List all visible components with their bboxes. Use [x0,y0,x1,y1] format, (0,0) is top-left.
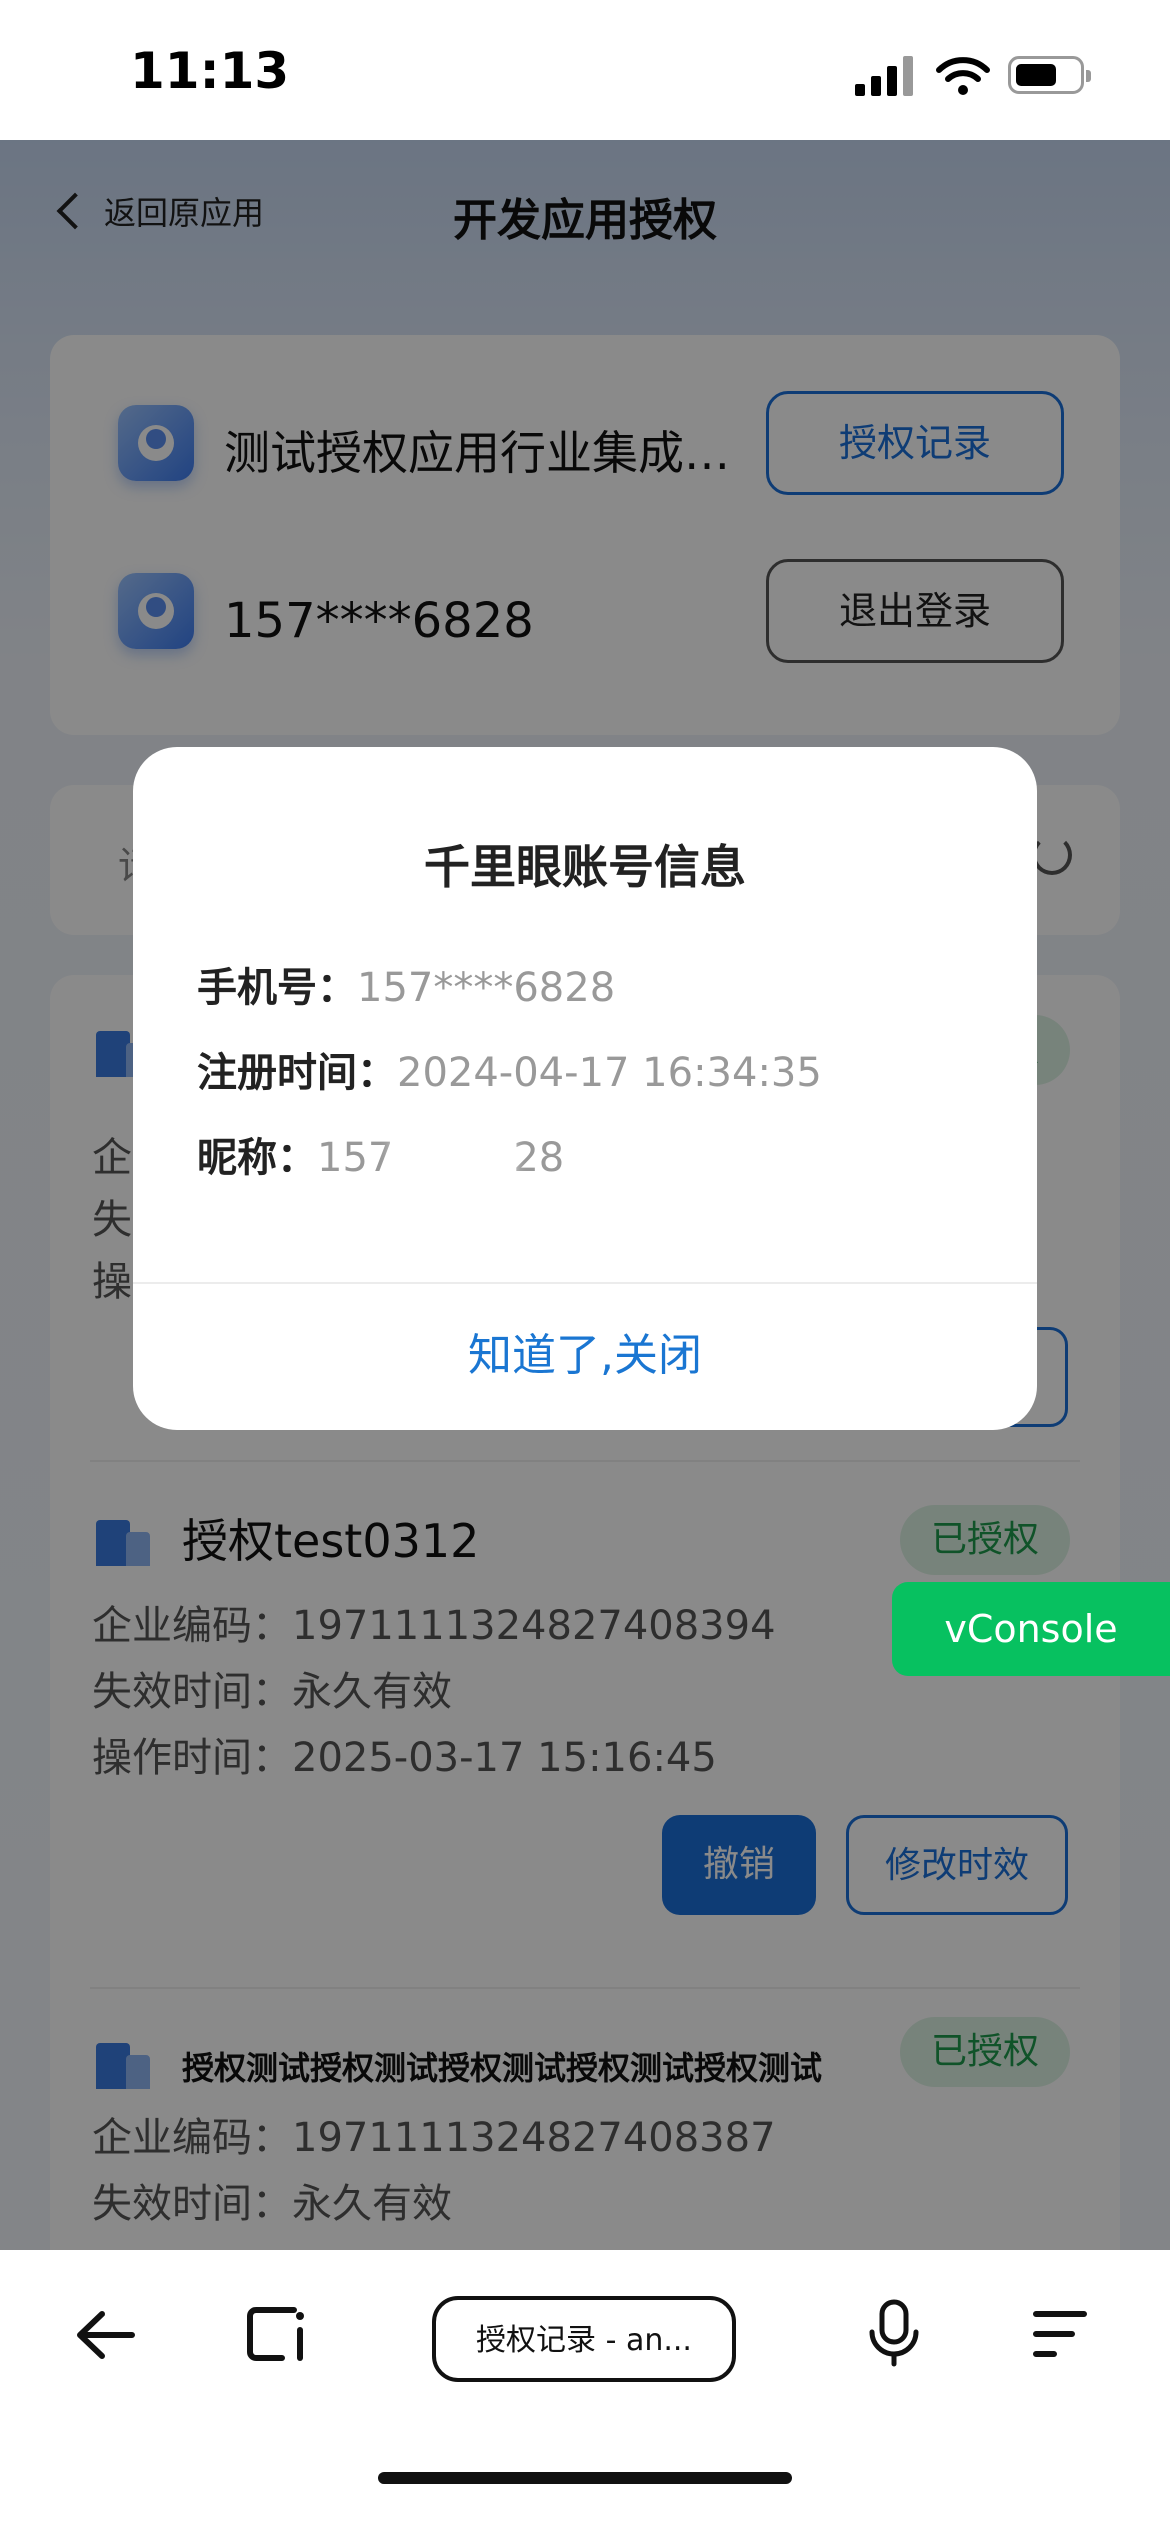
dialog-phone-row: 手机号：157****6828 [197,955,615,1013]
dialog-register-row: 注册时间：2024-04-17 16:34:35 [197,1040,822,1098]
account-info-dialog: 千里眼账号信息 手机号：157****6828 注册时间：2024-04-17 … [133,747,1037,1430]
nickname-value-suffix: 28 [513,1135,565,1181]
vconsole-button[interactable]: vConsole [892,1582,1170,1676]
register-time-label: 注册时间： [197,1050,397,1096]
dialog-close-button[interactable]: 知道了,关闭 [133,1282,1037,1430]
home-indicator [378,2472,792,2484]
cellular-signal-icon [855,56,913,96]
menu-icon[interactable] [1030,2304,1090,2364]
status-time: 11:13 [130,42,290,100]
microphone-icon[interactable] [866,2298,922,2370]
phone-value: 157****6828 [357,965,616,1011]
register-time-value: 2024-04-17 16:34:35 [397,1050,822,1096]
dialog-nickname-row: 昵称：157 28 [197,1125,564,1183]
nickname-redaction [393,1140,514,1180]
status-bar: 11:13 [0,0,1170,140]
tabs-icon[interactable] [242,2300,308,2366]
back-arrow-icon[interactable] [72,2302,138,2368]
battery-icon [1008,56,1091,94]
wifi-icon [936,57,990,95]
browser-toolbar: 授权记录 - an... [0,2250,1170,2532]
phone-label: 手机号： [197,965,357,1011]
address-bar[interactable]: 授权记录 - an... [432,2296,736,2382]
nickname-value-prefix: 157 [317,1135,394,1181]
dialog-title: 千里眼账号信息 [424,840,746,894]
nickname-label: 昵称： [197,1135,317,1181]
